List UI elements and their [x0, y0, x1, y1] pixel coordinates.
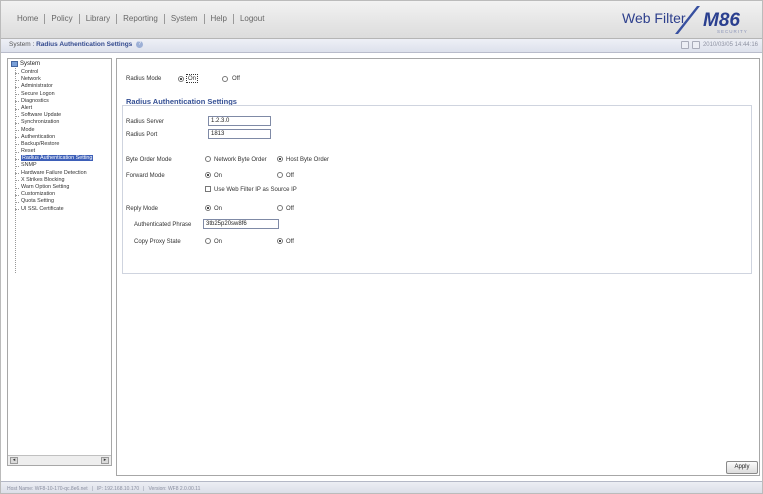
status-ip: IP: 192.168.10.170 [96, 486, 140, 492]
radius-mode-on-radio[interactable] [178, 76, 184, 82]
copy-proxy-state-off-label: Off [286, 239, 294, 245]
tree-item-backup-restore[interactable]: Backup/Restore [14, 141, 93, 148]
reply-mode-on-label: On [214, 206, 223, 212]
forward-mode-on-radio[interactable] [205, 172, 211, 178]
byte-order-host-label: Host Byte Order [286, 157, 330, 163]
breadcrumb-page: Radius Authentication Settings [36, 41, 133, 49]
tree-item-administrator[interactable]: Administrator [14, 83, 93, 90]
main-menu: Home Policy Library Reporting System Hel… [11, 13, 270, 25]
toolbar-right: 2010/03/05 14:44:16 [680, 41, 758, 49]
byte-order-network-label: Network Byte Order [214, 157, 267, 163]
reply-mode-label: Reply Mode [126, 206, 159, 212]
settings-panel: Radius Mode On Off Radius Authentication… [116, 58, 760, 476]
menu-help[interactable]: Help [205, 13, 233, 25]
radius-server-label: Radius Server [126, 119, 165, 125]
tree-item-ui-ssl-certificate[interactable]: UI SSL Certificate [14, 206, 93, 213]
forward-mode-label: Forward Mode [126, 173, 165, 179]
tree-item-network[interactable]: Network [14, 76, 93, 83]
tree-root[interactable]: System [11, 61, 40, 67]
copy-proxy-state-on-label: On [214, 239, 223, 245]
print-icon[interactable] [691, 41, 700, 49]
radius-mode-off-label: Off [232, 76, 240, 82]
menu-library[interactable]: Library [80, 13, 116, 25]
tree-list: Control Network Administrator Secure Log… [14, 69, 94, 213]
top-menu-bar: Home Policy Library Reporting System Hel… [1, 1, 762, 39]
tree-item-mode[interactable]: Mode [14, 127, 93, 134]
use-web-filter-ip-label: Use Web Filter IP as Source IP [214, 187, 297, 193]
reply-mode-on-radio[interactable] [205, 205, 211, 211]
byte-order-label: Byte Order Mode [126, 157, 172, 163]
radius-port-label: Radius Port [126, 132, 158, 138]
tree-item-secure-logon[interactable]: Secure Logon [14, 91, 93, 98]
byte-order-host-radio[interactable] [277, 156, 283, 162]
tree-item-x-strikes-blocking[interactable]: X Strikes Blocking [14, 177, 93, 184]
menu-reporting[interactable]: Reporting [117, 13, 164, 25]
menu-logout[interactable]: Logout [234, 13, 270, 25]
tree-root-label: System [20, 61, 41, 67]
tree-item-warn-option-setting[interactable]: Warn Option Setting [14, 184, 93, 191]
tree-item-alert[interactable]: Alert [14, 105, 93, 112]
tree-horizontal-scrollbar[interactable]: ◂ ▸ [8, 455, 111, 465]
tree-item-authentication[interactable]: Authentication [14, 134, 93, 141]
reply-mode-off-radio[interactable] [277, 205, 283, 211]
authenticated-phrase-label: Authenticated Phrase [134, 222, 192, 228]
tree-item-customization[interactable]: Customization [14, 191, 93, 198]
breadcrumb-bar: System : Radius Authentication Settings … [1, 39, 762, 53]
status-bar: Host Name: WF8-10-170-qc.8e6.net | IP: 1… [1, 481, 762, 493]
m86-logo: M86 SECURITY [673, 5, 755, 35]
authenticated-phrase-input[interactable]: 3tb25p20sw8f6 [203, 219, 279, 229]
tree-item-control[interactable]: Control [14, 69, 93, 76]
copy-proxy-state-on-radio[interactable] [205, 238, 211, 244]
tree-item-radius-authentication-setting[interactable]: Radius Authentication Setting [14, 155, 94, 162]
use-web-filter-ip-checkbox[interactable] [205, 186, 211, 192]
radius-port-input[interactable]: 1813 [208, 129, 271, 139]
forward-mode-off-label: Off [286, 173, 294, 179]
status-version: Version: WF8 2.0.00.11 [148, 486, 201, 492]
status-separator: | [91, 486, 93, 492]
status-separator: | [143, 486, 145, 492]
scroll-right-icon[interactable]: ▸ [101, 457, 109, 464]
logo-text: M86 [703, 10, 740, 31]
menu-system[interactable]: System [165, 13, 204, 25]
reply-mode-off-label: Off [286, 206, 294, 212]
forward-mode-off-radio[interactable] [277, 172, 283, 178]
app-window: Home Policy Library Reporting System Hel… [0, 0, 763, 494]
tree-item-diagnostics[interactable]: Diagnostics [14, 98, 93, 105]
radius-mode-off-radio[interactable] [222, 76, 228, 82]
apply-button[interactable]: Apply [726, 461, 758, 474]
breadcrumb-system[interactable]: System [9, 41, 31, 48]
tree-item-reset[interactable]: Reset [14, 148, 93, 155]
tree-item-snmp[interactable]: SNMP [14, 162, 93, 169]
copy-proxy-state-label: Copy Proxy State [134, 239, 181, 245]
status-text: Host Name: WF8-10-170-qc.8e6.net | IP: 1… [7, 486, 200, 492]
menu-policy[interactable]: Policy [45, 13, 78, 25]
tree-guide-line [15, 68, 16, 273]
folder-icon [11, 61, 18, 67]
radius-mode-on-label: On [188, 76, 197, 82]
menu-home[interactable]: Home [11, 13, 44, 25]
copy-proxy-state-off-radio[interactable] [277, 238, 283, 244]
system-tree-panel: System Control Network Administrator Sec… [7, 58, 112, 466]
tree-item-hardware-failure-detection[interactable]: Hardware Failure Detection [14, 170, 93, 177]
logo-subtext: SECURITY [717, 29, 748, 34]
refresh-icon[interactable] [680, 41, 689, 49]
tree-item-synchronization[interactable]: Synchronization [14, 119, 93, 126]
help-icon[interactable]: ? [136, 41, 144, 48]
breadcrumb: System : Radius Authentication Settings … [9, 41, 144, 49]
radius-mode-label: Radius Mode [126, 76, 162, 82]
scroll-left-icon[interactable]: ◂ [10, 457, 18, 464]
byte-order-network-radio[interactable] [205, 156, 211, 162]
forward-mode-on-label: On [214, 173, 223, 179]
tree-item-quota-setting[interactable]: Quota Setting [14, 198, 93, 205]
timestamp: 2010/03/05 14:44:16 [702, 42, 758, 48]
status-host: Host Name: WF8-10-170-qc.8e6.net [7, 486, 88, 492]
tree-item-software-update[interactable]: Software Update [14, 112, 93, 119]
radius-server-input[interactable]: 1.2.3.0 [208, 116, 271, 126]
